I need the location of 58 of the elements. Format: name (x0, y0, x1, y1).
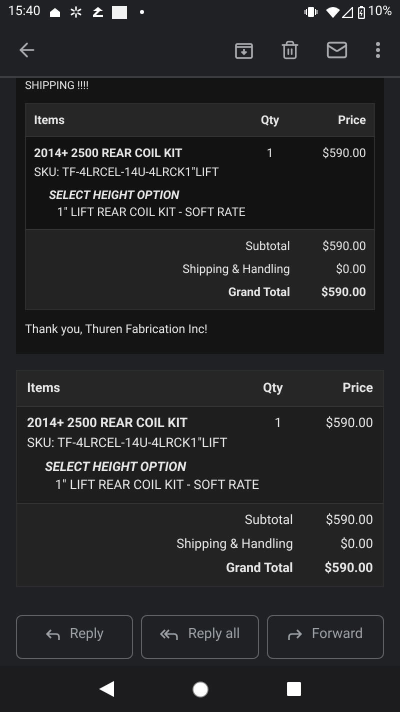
option-label: SELECT HEIGHT OPTION (44, 459, 188, 477)
battery-icon (358, 6, 365, 18)
total-value: $590.00 (324, 512, 373, 530)
home-icon (50, 8, 60, 16)
status-time: 15:40 (8, 3, 40, 22)
option-label: SELECT HEIGHT OPTION (48, 187, 180, 204)
total-label: Subtotal (244, 512, 293, 530)
option-value: 1" LIFT REAR COIL KIT - SOFT RATE (54, 477, 260, 495)
mail-button[interactable] (326, 39, 348, 61)
column-header: Qty (260, 112, 280, 128)
total-label: Shipping & Handling (176, 536, 293, 554)
vibrate-icon (304, 7, 318, 17)
item-name: 2014+ 2500 REAR COIL KIT (27, 415, 189, 433)
item-sku: SKU: TF-4LRCEL-14U-4LRCK1"LIFT (27, 435, 228, 453)
column-header: Items (34, 112, 66, 128)
archive-icon (234, 40, 254, 60)
home-nav-icon[interactable] (192, 680, 209, 698)
mail-icon (326, 39, 348, 61)
app-logo-icon (112, 6, 128, 18)
signal-icon (342, 6, 353, 18)
total-label: Shipping & Handling (182, 261, 290, 278)
message-text: SHIPPING !!!! (25, 79, 90, 93)
more-button[interactable] (376, 42, 380, 58)
column-header: Price (342, 380, 373, 398)
item-qty: 1 (266, 145, 274, 162)
total-label: Grand Total (226, 560, 293, 578)
column-header: Qty (262, 380, 284, 398)
item-price: $590.00 (321, 145, 366, 162)
archive-button[interactable] (234, 40, 254, 60)
item-price: $590.00 (324, 415, 373, 433)
item-qty: 1 (273, 415, 283, 433)
column-header: Items (27, 380, 62, 398)
column-header: Price (336, 112, 366, 128)
total-value: $590.00 (321, 238, 366, 255)
delete-button[interactable] (280, 40, 300, 60)
reply-arrow-icon (46, 628, 60, 640)
action-button[interactable]: Reply (16, 615, 134, 659)
total-label: Grand Total (228, 284, 290, 301)
action-button[interactable]: Reply all (141, 615, 259, 659)
forward-arrow-icon (288, 628, 302, 640)
double-arrow-icon (160, 628, 178, 640)
option-value: 1" LIFT REAR COIL KIT - SOFT RATE (56, 204, 246, 221)
item-name: 2014+ 2500 REAR COIL KIT (34, 145, 184, 162)
item-sku: SKU: TF-4LRCEL-14U-4LRCK1"LIFT (34, 164, 220, 181)
thanks-text: Thank you, Thuren Fabrication Inc! (25, 321, 208, 338)
trash-icon (280, 40, 300, 60)
wifi-icon (326, 6, 340, 18)
spark-icon (70, 6, 82, 18)
total-value: $590.00 (320, 284, 366, 301)
total-label: Subtotal (245, 238, 290, 255)
battery-percent: 10% (368, 3, 392, 22)
total-value: $590.00 (323, 560, 373, 578)
more-icon (376, 42, 380, 58)
action-button[interactable]: Forward (266, 615, 384, 659)
dot-icon (140, 10, 144, 14)
total-value: $0.00 (339, 536, 373, 554)
back-nav-icon[interactable] (99, 681, 114, 697)
total-value: $0.00 (334, 261, 366, 278)
